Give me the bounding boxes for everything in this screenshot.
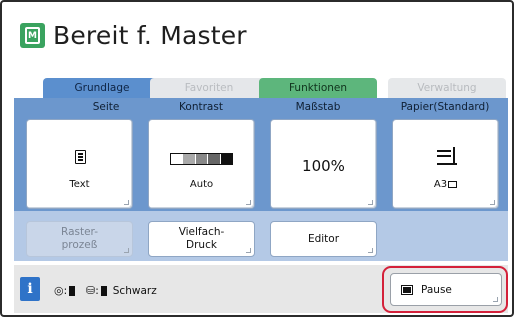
drum-color-swatch (69, 285, 76, 296)
papier-size-label: A3 (433, 179, 448, 190)
papier-button[interactable]: A3 (392, 119, 499, 209)
seite-caption: Text (69, 179, 90, 190)
ink-status: ⛁ : Schwarz (86, 284, 157, 297)
pause-button[interactable]: Pause (390, 273, 502, 306)
papier-caption: A3 (393, 179, 498, 190)
massstab-value: 100% (302, 157, 345, 175)
column-label-massstab: Maßstab (295, 101, 341, 113)
pause-label: Pause (421, 283, 452, 296)
seite-button[interactable]: Text (26, 119, 133, 209)
screen: M Bereit f. Master Grundlage Favoriten F… (0, 0, 514, 317)
ink-color-swatch (100, 285, 107, 296)
drum-status: ◎ : (54, 284, 76, 297)
massstab-button[interactable]: 100% (270, 119, 377, 209)
master-mode-icon: M (20, 22, 45, 48)
tab-funktionen[interactable]: Funktionen (259, 78, 377, 98)
tab-grundlage[interactable]: Grundlage (43, 78, 161, 98)
paper-orientation-icon (448, 181, 458, 188)
editor-label: Editor (307, 232, 340, 245)
tab-favoriten[interactable]: Favoriten (150, 78, 268, 98)
ink-color-label: Schwarz (112, 284, 157, 297)
title-bar: M Bereit f. Master (20, 17, 247, 53)
drum-icon: ◎ (54, 284, 64, 297)
column-label-kontrast: Kontrast (179, 101, 223, 113)
master-mode-icon-letter: M (28, 30, 37, 41)
pause-icon (401, 284, 413, 295)
drum-separator: : (63, 284, 68, 297)
column-label-papier: Papier(Standard) (400, 101, 490, 113)
ink-separator: : (95, 284, 99, 297)
paper-stack-icon (437, 147, 457, 165)
vielfach-druck-label: Vielfach- Druck (178, 226, 225, 251)
ink-cartridge-icon: ⛁ (86, 284, 96, 297)
rasterprozess-label: Raster- prozeß (61, 226, 98, 251)
contrast-scale-icon (170, 153, 233, 165)
info-button[interactable]: i (20, 277, 40, 301)
text-document-icon (75, 150, 86, 164)
rasterprozess-button[interactable]: Raster- prozeß (26, 221, 133, 257)
kontrast-caption: Auto (189, 179, 214, 190)
kontrast-button[interactable]: Auto (148, 119, 255, 209)
editor-button[interactable]: Editor (270, 221, 377, 257)
vielfach-druck-button[interactable]: Vielfach- Druck (148, 221, 255, 257)
tab-verwaltung[interactable]: Verwaltung (388, 78, 506, 98)
page-title: Bereit f. Master (53, 20, 247, 50)
